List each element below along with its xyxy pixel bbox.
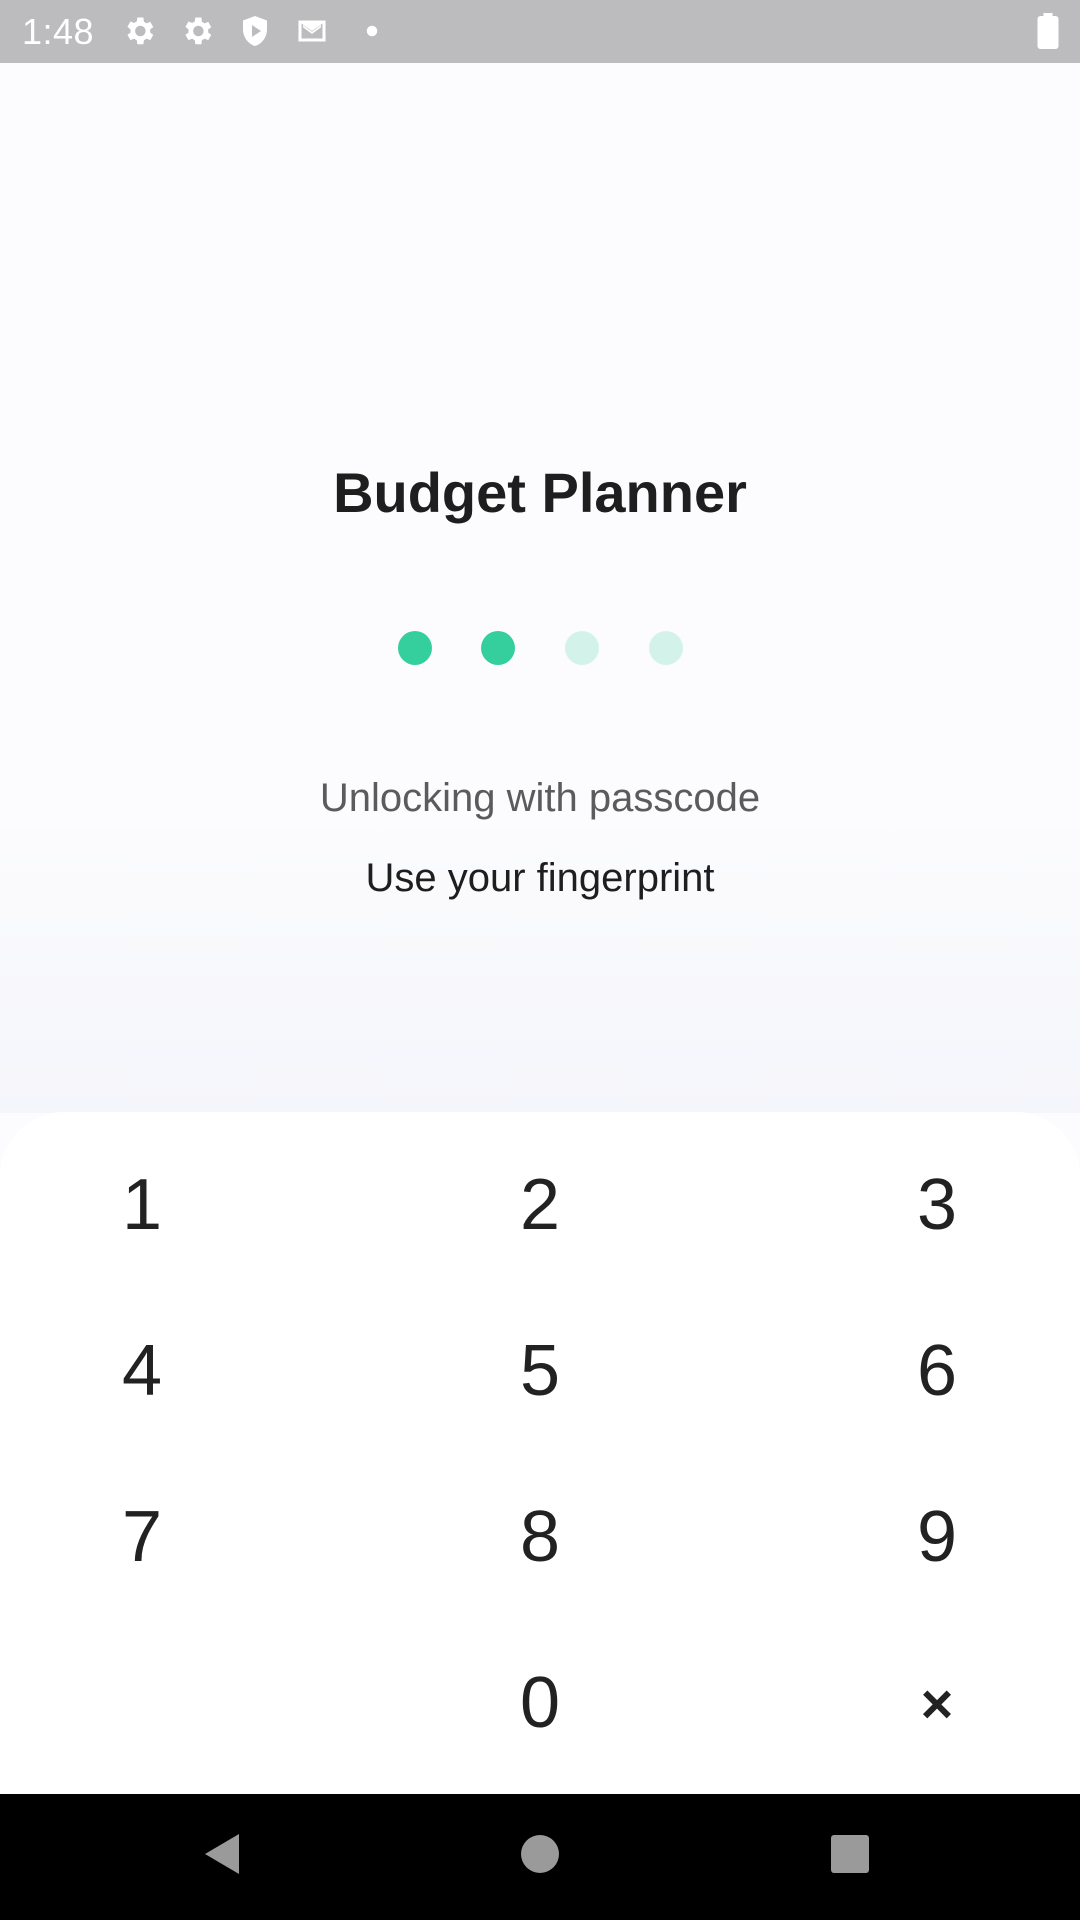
key-3[interactable]: 3 — [787, 1130, 1080, 1280]
key-6[interactable]: 6 — [787, 1296, 1080, 1446]
lock-screen: Budget Planner Unlocking with passcode U… — [0, 63, 1080, 1113]
status-time: 1:48 — [22, 11, 95, 52]
home-icon[interactable] — [510, 1824, 570, 1884]
numeric-keypad: 1 2 3 4 5 6 7 8 9 0 × — [0, 1112, 1080, 1794]
back-icon[interactable] — [195, 1824, 255, 1884]
app-title: Budget Planner — [333, 461, 747, 524]
mail-icon — [294, 13, 330, 49]
key-0[interactable]: 0 — [390, 1628, 690, 1778]
dot-icon — [362, 13, 382, 49]
key-2[interactable]: 2 — [390, 1130, 690, 1280]
key-4[interactable]: 4 — [0, 1296, 292, 1446]
unlock-status-text: Unlocking with passcode — [319, 776, 761, 820]
passcode-indicator — [0, 631, 1080, 667]
status-bar: 1:48 — [0, 0, 1080, 63]
passcode-dot — [649, 631, 683, 665]
use-fingerprint-button[interactable]: Use your fingerprint — [300, 853, 780, 903]
shield-play-icon — [237, 13, 273, 49]
navigation-bar — [0, 1794, 1080, 1920]
key-1[interactable]: 1 — [0, 1130, 292, 1280]
key-8[interactable]: 8 — [390, 1462, 690, 1612]
key-9[interactable]: 9 — [787, 1462, 1080, 1612]
key-5[interactable]: 5 — [390, 1296, 690, 1446]
delete-button[interactable]: × — [787, 1628, 1080, 1778]
gear-icon — [179, 13, 215, 49]
key-7[interactable]: 7 — [0, 1462, 292, 1612]
key-empty — [0, 1628, 292, 1778]
passcode-dot — [481, 631, 515, 665]
battery-icon — [1036, 13, 1060, 49]
passcode-dot — [565, 631, 599, 665]
passcode-dot — [398, 631, 432, 665]
recents-icon[interactable] — [820, 1824, 880, 1884]
gear-icon — [121, 13, 157, 49]
